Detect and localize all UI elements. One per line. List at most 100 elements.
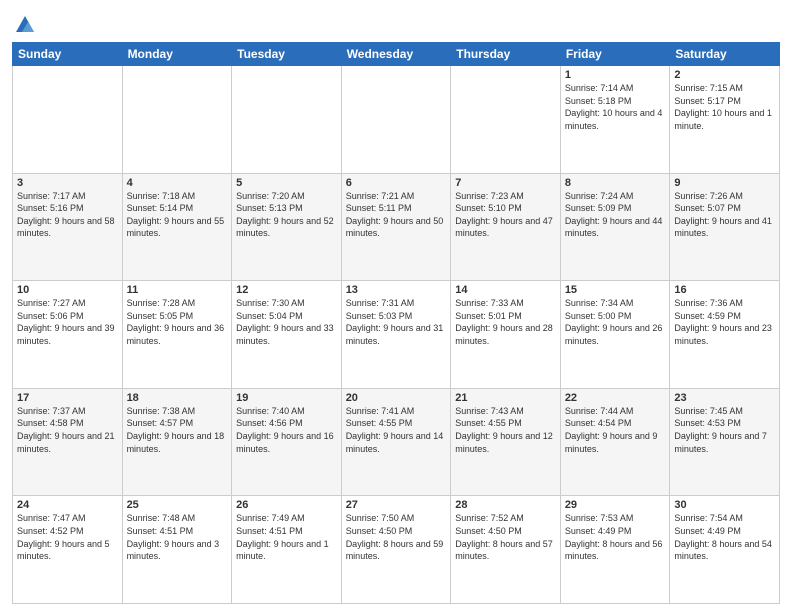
day-number: 16 [674, 284, 775, 296]
day-number: 26 [236, 499, 337, 511]
day-info: Sunrise: 7:28 AM Sunset: 5:05 PM Dayligh… [127, 297, 228, 347]
weekday-header-row: SundayMondayTuesdayWednesdayThursdayFrid… [13, 43, 780, 66]
day-cell: 13Sunrise: 7:31 AM Sunset: 5:03 PM Dayli… [341, 281, 451, 389]
day-info: Sunrise: 7:18 AM Sunset: 5:14 PM Dayligh… [127, 190, 228, 240]
day-cell: 17Sunrise: 7:37 AM Sunset: 4:58 PM Dayli… [13, 388, 123, 496]
day-cell: 11Sunrise: 7:28 AM Sunset: 5:05 PM Dayli… [122, 281, 232, 389]
day-info: Sunrise: 7:23 AM Sunset: 5:10 PM Dayligh… [455, 190, 556, 240]
day-info: Sunrise: 7:36 AM Sunset: 4:59 PM Dayligh… [674, 297, 775, 347]
day-info: Sunrise: 7:17 AM Sunset: 5:16 PM Dayligh… [17, 190, 118, 240]
day-cell: 29Sunrise: 7:53 AM Sunset: 4:49 PM Dayli… [560, 496, 670, 604]
day-number: 4 [127, 177, 228, 189]
day-info: Sunrise: 7:52 AM Sunset: 4:50 PM Dayligh… [455, 512, 556, 562]
day-cell: 8Sunrise: 7:24 AM Sunset: 5:09 PM Daylig… [560, 173, 670, 281]
day-info: Sunrise: 7:20 AM Sunset: 5:13 PM Dayligh… [236, 190, 337, 240]
day-info: Sunrise: 7:31 AM Sunset: 5:03 PM Dayligh… [346, 297, 447, 347]
day-info: Sunrise: 7:34 AM Sunset: 5:00 PM Dayligh… [565, 297, 666, 347]
day-info: Sunrise: 7:43 AM Sunset: 4:55 PM Dayligh… [455, 405, 556, 455]
day-number: 25 [127, 499, 228, 511]
day-cell: 15Sunrise: 7:34 AM Sunset: 5:00 PM Dayli… [560, 281, 670, 389]
day-number: 29 [565, 499, 666, 511]
week-row-5: 24Sunrise: 7:47 AM Sunset: 4:52 PM Dayli… [13, 496, 780, 604]
day-cell: 12Sunrise: 7:30 AM Sunset: 5:04 PM Dayli… [232, 281, 342, 389]
day-cell: 2Sunrise: 7:15 AM Sunset: 5:17 PM Daylig… [670, 66, 780, 174]
weekday-header-wednesday: Wednesday [341, 43, 451, 66]
day-info: Sunrise: 7:21 AM Sunset: 5:11 PM Dayligh… [346, 190, 447, 240]
day-number: 8 [565, 177, 666, 189]
day-info: Sunrise: 7:53 AM Sunset: 4:49 PM Dayligh… [565, 512, 666, 562]
day-cell: 19Sunrise: 7:40 AM Sunset: 4:56 PM Dayli… [232, 388, 342, 496]
week-row-4: 17Sunrise: 7:37 AM Sunset: 4:58 PM Dayli… [13, 388, 780, 496]
day-cell: 30Sunrise: 7:54 AM Sunset: 4:49 PM Dayli… [670, 496, 780, 604]
day-info: Sunrise: 7:30 AM Sunset: 5:04 PM Dayligh… [236, 297, 337, 347]
day-number: 20 [346, 392, 447, 404]
day-cell: 4Sunrise: 7:18 AM Sunset: 5:14 PM Daylig… [122, 173, 232, 281]
calendar-table: SundayMondayTuesdayWednesdayThursdayFrid… [12, 42, 780, 604]
weekday-header-friday: Friday [560, 43, 670, 66]
day-number: 9 [674, 177, 775, 189]
day-cell: 10Sunrise: 7:27 AM Sunset: 5:06 PM Dayli… [13, 281, 123, 389]
day-cell: 1Sunrise: 7:14 AM Sunset: 5:18 PM Daylig… [560, 66, 670, 174]
day-cell: 7Sunrise: 7:23 AM Sunset: 5:10 PM Daylig… [451, 173, 561, 281]
day-number: 14 [455, 284, 556, 296]
day-cell: 5Sunrise: 7:20 AM Sunset: 5:13 PM Daylig… [232, 173, 342, 281]
day-cell: 6Sunrise: 7:21 AM Sunset: 5:11 PM Daylig… [341, 173, 451, 281]
day-cell: 24Sunrise: 7:47 AM Sunset: 4:52 PM Dayli… [13, 496, 123, 604]
weekday-header-tuesday: Tuesday [232, 43, 342, 66]
day-cell: 22Sunrise: 7:44 AM Sunset: 4:54 PM Dayli… [560, 388, 670, 496]
day-info: Sunrise: 7:27 AM Sunset: 5:06 PM Dayligh… [17, 297, 118, 347]
week-row-1: 1Sunrise: 7:14 AM Sunset: 5:18 PM Daylig… [13, 66, 780, 174]
day-number: 15 [565, 284, 666, 296]
day-cell [341, 66, 451, 174]
day-number: 18 [127, 392, 228, 404]
day-info: Sunrise: 7:41 AM Sunset: 4:55 PM Dayligh… [346, 405, 447, 455]
day-info: Sunrise: 7:50 AM Sunset: 4:50 PM Dayligh… [346, 512, 447, 562]
weekday-header-sunday: Sunday [13, 43, 123, 66]
day-cell: 9Sunrise: 7:26 AM Sunset: 5:07 PM Daylig… [670, 173, 780, 281]
day-info: Sunrise: 7:33 AM Sunset: 5:01 PM Dayligh… [455, 297, 556, 347]
day-number: 17 [17, 392, 118, 404]
day-cell [13, 66, 123, 174]
day-info: Sunrise: 7:47 AM Sunset: 4:52 PM Dayligh… [17, 512, 118, 562]
day-info: Sunrise: 7:45 AM Sunset: 4:53 PM Dayligh… [674, 405, 775, 455]
day-number: 10 [17, 284, 118, 296]
day-info: Sunrise: 7:14 AM Sunset: 5:18 PM Dayligh… [565, 82, 666, 132]
day-info: Sunrise: 7:48 AM Sunset: 4:51 PM Dayligh… [127, 512, 228, 562]
day-number: 1 [565, 69, 666, 81]
day-info: Sunrise: 7:26 AM Sunset: 5:07 PM Dayligh… [674, 190, 775, 240]
day-cell: 20Sunrise: 7:41 AM Sunset: 4:55 PM Dayli… [341, 388, 451, 496]
day-info: Sunrise: 7:24 AM Sunset: 5:09 PM Dayligh… [565, 190, 666, 240]
day-cell: 3Sunrise: 7:17 AM Sunset: 5:16 PM Daylig… [13, 173, 123, 281]
calendar: SundayMondayTuesdayWednesdayThursdayFrid… [12, 42, 780, 604]
day-info: Sunrise: 7:40 AM Sunset: 4:56 PM Dayligh… [236, 405, 337, 455]
week-row-2: 3Sunrise: 7:17 AM Sunset: 5:16 PM Daylig… [13, 173, 780, 281]
day-number: 27 [346, 499, 447, 511]
day-cell [232, 66, 342, 174]
day-cell [122, 66, 232, 174]
day-number: 30 [674, 499, 775, 511]
day-cell: 27Sunrise: 7:50 AM Sunset: 4:50 PM Dayli… [341, 496, 451, 604]
day-number: 21 [455, 392, 556, 404]
day-number: 28 [455, 499, 556, 511]
day-cell: 18Sunrise: 7:38 AM Sunset: 4:57 PM Dayli… [122, 388, 232, 496]
page: SundayMondayTuesdayWednesdayThursdayFrid… [0, 0, 792, 612]
day-number: 12 [236, 284, 337, 296]
day-number: 11 [127, 284, 228, 296]
day-info: Sunrise: 7:54 AM Sunset: 4:49 PM Dayligh… [674, 512, 775, 562]
weekday-header-monday: Monday [122, 43, 232, 66]
day-info: Sunrise: 7:37 AM Sunset: 4:58 PM Dayligh… [17, 405, 118, 455]
day-number: 5 [236, 177, 337, 189]
day-number: 3 [17, 177, 118, 189]
day-number: 19 [236, 392, 337, 404]
day-info: Sunrise: 7:44 AM Sunset: 4:54 PM Dayligh… [565, 405, 666, 455]
day-cell: 14Sunrise: 7:33 AM Sunset: 5:01 PM Dayli… [451, 281, 561, 389]
logo [12, 14, 36, 36]
day-number: 23 [674, 392, 775, 404]
weekday-header-saturday: Saturday [670, 43, 780, 66]
day-number: 13 [346, 284, 447, 296]
day-number: 22 [565, 392, 666, 404]
day-info: Sunrise: 7:15 AM Sunset: 5:17 PM Dayligh… [674, 82, 775, 132]
logo-icon [14, 14, 36, 36]
day-cell: 25Sunrise: 7:48 AM Sunset: 4:51 PM Dayli… [122, 496, 232, 604]
day-info: Sunrise: 7:38 AM Sunset: 4:57 PM Dayligh… [127, 405, 228, 455]
